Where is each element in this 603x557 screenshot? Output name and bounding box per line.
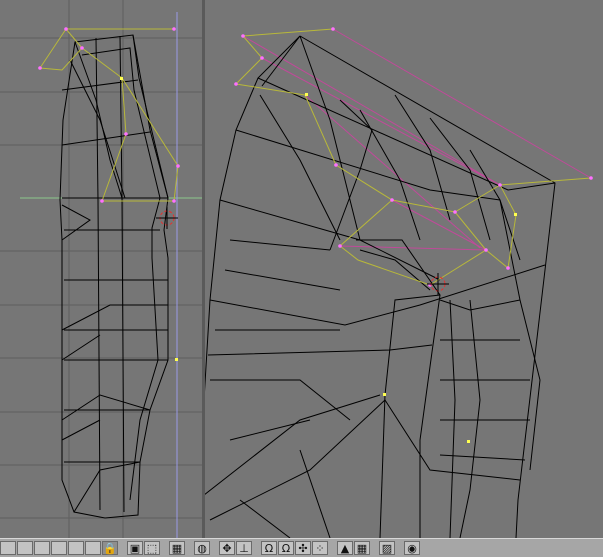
layer-4-button[interactable] bbox=[51, 541, 67, 555]
object-mode-icon[interactable]: ▦ bbox=[169, 541, 185, 555]
lock-icon[interactable]: 🔒 bbox=[102, 541, 118, 555]
perspective-lattice-edges bbox=[242, 28, 592, 251]
shading-icon[interactable]: ◍ bbox=[194, 541, 210, 555]
3d-cursor-icon bbox=[156, 207, 178, 229]
translate-manipulator-icon[interactable]: ✥ bbox=[219, 541, 235, 555]
layer-3-button[interactable] bbox=[34, 541, 50, 555]
layer-5-button[interactable] bbox=[68, 541, 84, 555]
grid-icon[interactable]: ▦ bbox=[354, 541, 370, 555]
view3d-header-toolbar: 🔒 ▣ ⬚ ▦ ◍ ✥ ⊥ Ω Ω ✣ ⁘ ▲ ▦ ▨ ◉ bbox=[0, 538, 603, 557]
pivot-point-icon[interactable]: ✣ bbox=[295, 541, 311, 555]
perspective-viewport[interactable] bbox=[205, 0, 603, 538]
layer-1-button[interactable] bbox=[0, 541, 16, 555]
layer-2-button[interactable] bbox=[17, 541, 33, 555]
snap-icon[interactable]: ⁘ bbox=[312, 541, 328, 555]
grid-lines bbox=[0, 0, 202, 538]
layer-6-button[interactable] bbox=[85, 541, 101, 555]
render-anim-icon[interactable]: ◉ bbox=[404, 541, 420, 555]
side-mesh-wireframe bbox=[59, 34, 169, 519]
onion-skin-icon[interactable]: ▲ bbox=[337, 541, 353, 555]
view-local-icon[interactable]: ▣ bbox=[127, 541, 143, 555]
side-viewport[interactable] bbox=[0, 0, 202, 538]
perspective-mesh-wireframe bbox=[205, 35, 556, 538]
side-view-canvas[interactable] bbox=[0, 0, 202, 538]
normal-orientation-icon[interactable]: ⊥ bbox=[236, 541, 252, 555]
draw-type-icon[interactable]: ⬚ bbox=[144, 541, 160, 555]
perspective-view-canvas[interactable] bbox=[205, 0, 603, 538]
proportional-edit-icon[interactable]: Ω bbox=[261, 541, 277, 555]
proportional-falloff-icon[interactable]: Ω bbox=[278, 541, 294, 555]
render-image-icon[interactable]: ▨ bbox=[379, 541, 395, 555]
perspective-lattice-cage bbox=[234, 28, 592, 286]
perspective-vertices bbox=[234, 27, 593, 443]
3d-cursor-icon bbox=[427, 273, 449, 295]
